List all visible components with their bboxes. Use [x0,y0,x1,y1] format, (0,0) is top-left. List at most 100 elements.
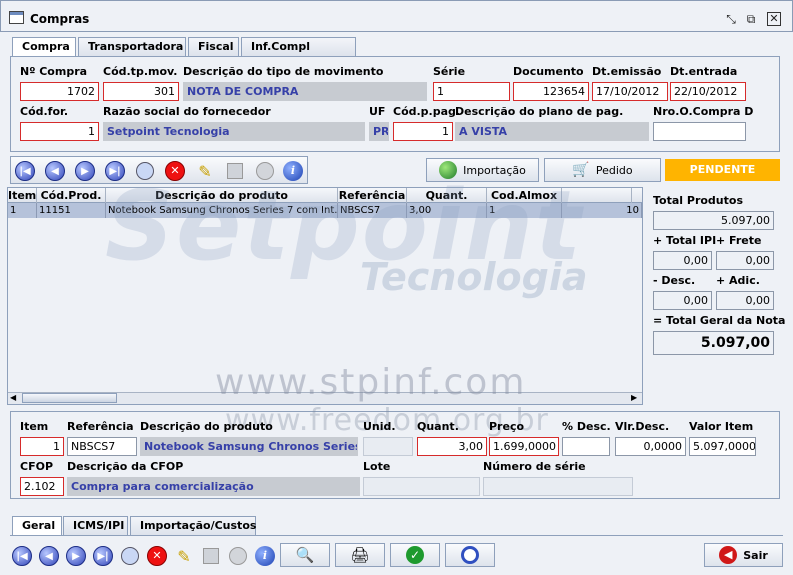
sair-button[interactable]: ◀ Sair [704,543,783,567]
tab-inf-compl[interactable]: Inf.Compl (Fisco) [241,37,356,71]
footer-first-button[interactable]: |◀ [10,543,34,569]
save-icon [203,548,219,564]
footer-save-button[interactable] [199,543,223,569]
dt-entrada-field[interactable]: 22/10/2012 [670,82,746,101]
window-title: Compras [30,12,90,26]
tab-divider [10,535,783,536]
first-record-button[interactable]: |◀ [13,157,37,185]
perc-desc-field[interactable] [562,437,610,456]
vlr-desc-label: Vlr.Desc. [615,420,670,433]
footer-cancel-button[interactable] [226,543,250,569]
n-compra-label: Nº Compra [20,65,88,78]
dt-emissao-field[interactable]: 17/10/2012 [592,82,668,101]
new-icon [121,547,139,565]
serie-label: Série [433,65,466,78]
first-icon: |◀ [12,546,32,566]
uf-field: PR [369,122,389,141]
search-button[interactable] [445,543,495,567]
razao-social-field: Setpoint Tecnologia [103,122,365,141]
item-field[interactable]: 1 [20,437,64,456]
total-geral-label: = Total Geral da Nota [653,314,786,327]
valor-item-field[interactable]: 5.097,0000 [689,437,756,456]
footer-prev-button[interactable]: ◀ [37,543,61,569]
footer-new-button[interactable] [118,543,142,569]
desc-value: 0,00 [653,291,712,310]
next-record-button[interactable]: ▶ [73,157,97,185]
scroll-right-icon[interactable]: ▶ [631,393,641,403]
footer-edit-button[interactable]: ✎ [172,543,196,569]
perc-desc-label: % Desc. [562,420,611,433]
item-label: Item [20,420,49,433]
nro-compra-field[interactable] [653,122,746,141]
num-serie-label: Número de série [483,460,586,473]
total-ipi-label: + Total IPI [653,234,717,247]
tab-importacao-custos[interactable]: Importação/Custos [130,516,256,535]
col-cod-prod[interactable]: Cód.Prod. [37,188,106,203]
razao-social-label: Razão social do fornecedor [103,105,271,118]
close-icon[interactable]: ✕ [767,12,781,26]
desc-produto-field: Notebook Samsung Chronos Series 7 [140,437,358,456]
confirm-button[interactable]: ✓ [390,543,440,567]
tab-geral[interactable]: Geral [12,516,62,536]
tab-icms-ipi[interactable]: ICMS/IPI [63,516,128,535]
col-item[interactable]: Item [8,188,37,203]
serie-field[interactable]: 1 [433,82,510,101]
total-geral-value: 5.097,00 [653,331,774,355]
quant-field[interactable]: 3,00 [417,437,487,456]
pedido-label: Pedido [595,163,633,177]
frete-label: + Frete [716,234,762,247]
scroll-left-icon[interactable]: ◀ [10,393,20,403]
next-icon: ▶ [75,161,95,181]
prev-record-button[interactable]: ◀ [43,157,67,185]
cell-item: 1 [8,203,37,218]
cell-cod-prod: 11151 [37,203,106,218]
quant-label: Quant. [417,420,459,433]
tab-compra[interactable]: Compra [12,37,76,57]
total-produtos-value: 5.097,00 [653,211,774,230]
cod-tp-mov-field[interactable]: 301 [103,82,179,101]
dt-entrada-label: Dt.entrada [670,65,738,78]
cancel-icon [229,547,247,565]
watermark-sub: Tecnologia [360,255,588,299]
minimize-icon[interactable]: ⤡ [724,12,738,26]
info-icon: i [255,546,275,566]
edit-icon: ✎ [177,546,191,566]
footer-delete-button[interactable]: ✕ [145,543,169,569]
desc-tipo-mov-label: Descrição do tipo de movimento [183,65,384,78]
desc-cfop-field: Compra para comercialização [67,477,360,496]
tab-fiscal[interactable]: Fiscal [188,37,239,56]
footer-next-button[interactable]: ▶ [64,543,88,569]
maximize-icon[interactable]: ⧉ [744,12,758,26]
print-button[interactable]: 🖨 [335,543,385,567]
referencia-field[interactable]: NBSCS7 [67,437,137,456]
cod-for-label: Cód.for. [20,105,69,118]
cod-p-pag-field[interactable]: 1 [393,122,453,141]
next-icon: ▶ [66,546,86,566]
desc-cfop-label: Descrição da CFOP [67,460,184,473]
n-compra-field[interactable]: 1702 [20,82,99,101]
search-icon [461,546,479,564]
total-ipi-value: 0,00 [653,251,712,270]
preview-button[interactable]: 🔍 [280,543,330,567]
documento-field[interactable]: 123654 [513,82,589,101]
exit-icon: ◀ [719,546,738,564]
tab-transportadora[interactable]: Transportadora [78,37,186,56]
sair-label: Sair [743,548,768,562]
vlr-desc-field[interactable]: 0,0000 [615,437,686,456]
footer-info-button[interactable]: i [253,543,277,569]
desc-plano-pag-field: A VISTA [455,122,649,141]
cod-for-field[interactable]: 1 [20,122,99,141]
watermark-url1: www.stpinf.com [215,362,527,403]
prev-icon: ◀ [39,546,59,566]
unid-label: Unid. [363,420,396,433]
preco-field[interactable]: 1.699,0000 [489,437,559,456]
adic-label: + Adic. [716,274,760,287]
cfop-label: CFOP [20,460,53,473]
scroll-thumb[interactable] [22,393,117,403]
preco-label: Preço [489,420,525,433]
footer-last-button[interactable]: ▶| [91,543,115,569]
last-icon: ▶| [93,546,113,566]
cod-p-pag-label: Cód.p.pag. [393,105,461,118]
cfop-field[interactable]: 2.102 [20,477,64,496]
adic-value: 0,00 [716,291,774,310]
